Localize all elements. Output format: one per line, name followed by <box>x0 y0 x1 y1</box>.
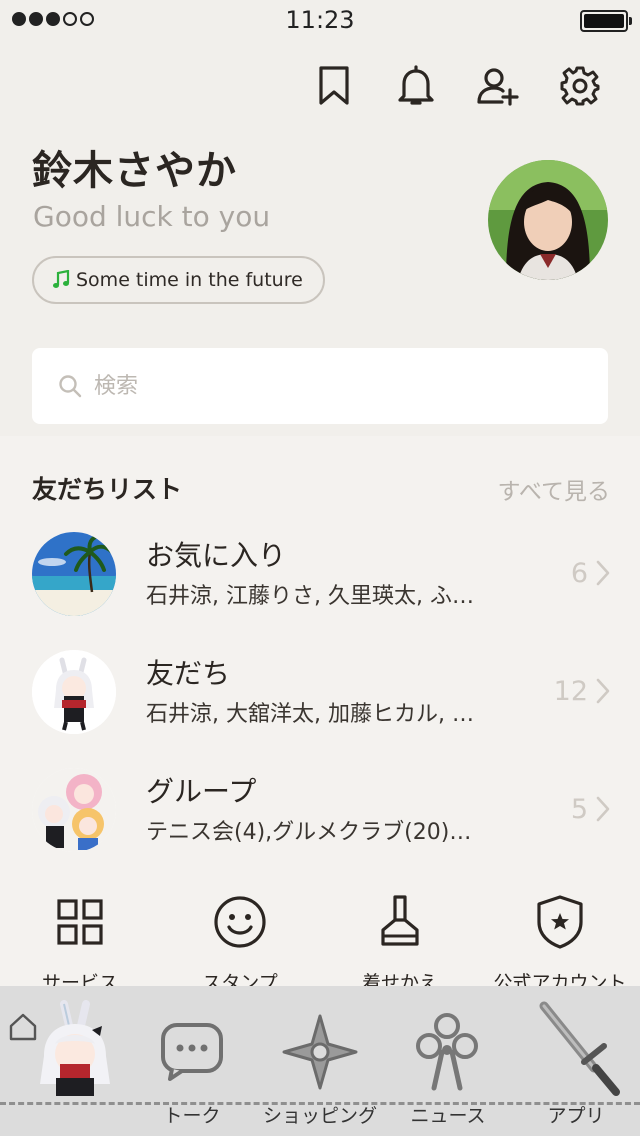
groups-thumbnail <box>32 768 116 852</box>
tab-talk[interactable]: トーク <box>128 986 256 1136</box>
notification-button[interactable] <box>392 62 440 110</box>
header-actions <box>310 62 604 110</box>
tab-label: トーク <box>163 1105 221 1127</box>
gear-icon <box>560 66 600 106</box>
chevron-right-icon <box>596 796 610 822</box>
grid-icon <box>57 899 103 945</box>
shuriken-icon <box>282 1014 358 1090</box>
friend-group-friends[interactable]: 友だち 石井涼, 大舘洋太, 加藤ヒカル, … 12 <box>0 650 640 760</box>
profile-music-label: Some time in the future <box>76 269 303 291</box>
tab-shopping[interactable]: ショッピング <box>256 986 384 1136</box>
bookmark-icon <box>319 66 349 105</box>
friend-group-count: 5 <box>570 794 588 825</box>
settings-button[interactable] <box>556 62 604 110</box>
tab-home[interactable] <box>0 986 128 1136</box>
friend-group-title: 友だち <box>146 657 231 690</box>
add-friend-button[interactable] <box>474 62 522 110</box>
bell-icon <box>398 65 434 105</box>
profile-status-message[interactable]: Good luck to you <box>33 200 270 233</box>
friend-group-title: グループ <box>146 775 257 808</box>
friend-group-groups[interactable]: グループ テニス会(4),グルメクラブ(20)… 5 <box>0 768 640 878</box>
profile-music-button[interactable]: Some time in the future <box>32 256 325 304</box>
service-item-official-accounts[interactable]: 公式アカウント <box>480 890 640 995</box>
friends-thumbnail <box>32 650 116 734</box>
add-friend-icon <box>477 68 519 106</box>
friend-group-count: 12 <box>553 676 588 707</box>
character-avatar-icon <box>40 1000 110 1096</box>
tab-divider <box>0 1102 640 1105</box>
profile-name[interactable]: 鈴木さやか <box>32 138 237 196</box>
search-input[interactable] <box>94 373 574 399</box>
chevron-right-icon <box>596 678 610 704</box>
tab-apps[interactable]: アプリ <box>512 986 640 1136</box>
smiley-icon <box>214 896 266 948</box>
bookmark-button[interactable] <box>310 62 358 110</box>
friend-group-favorites[interactable]: お気に入り 石井涼, 江藤りさ, 久里瑛太, ふ… 6 <box>0 532 640 642</box>
battery-icon <box>580 10 632 32</box>
brush-icon <box>381 895 419 946</box>
tab-label: ニュース <box>410 1105 486 1127</box>
music-note-icon <box>53 270 70 288</box>
shield-star-icon <box>537 895 583 949</box>
favorites-thumbnail <box>32 532 116 616</box>
chat-bubble-icon <box>161 1023 223 1081</box>
service-item-services[interactable]: サービス <box>0 890 160 995</box>
chevron-right-icon <box>596 560 610 586</box>
section-title: 友だちリスト <box>32 475 183 504</box>
search-icon <box>59 375 82 398</box>
tab-news[interactable]: ニュース <box>384 986 512 1136</box>
sword-icon <box>539 1001 620 1096</box>
friend-group-members: 石井涼, 大舘洋太, 加藤ヒカル, … <box>146 702 474 727</box>
tab-label: アプリ <box>547 1105 605 1127</box>
service-item-themes[interactable]: 着せかえ <box>320 890 480 995</box>
status-bar: 11:23 <box>0 0 640 40</box>
services-row: サービス スタンプ 着せかえ 公式アカウント <box>0 890 640 994</box>
friend-group-count: 6 <box>570 558 588 589</box>
friend-group-title: お気に入り <box>146 539 287 572</box>
tab-label: ショッピング <box>262 1105 377 1127</box>
profile-avatar[interactable] <box>488 160 608 280</box>
see-all-link[interactable]: すべて見る <box>498 472 610 506</box>
friend-group-members: 石井涼, 江藤りさ, 久里瑛太, ふ… <box>146 584 474 609</box>
tab-bar: トーク ショッピング ニュース アプリ <box>0 986 640 1136</box>
friend-group-members: テニス会(4),グルメクラブ(20)… <box>146 820 472 845</box>
search-bar[interactable] <box>32 348 608 424</box>
service-item-stickers[interactable]: スタンプ <box>160 890 320 995</box>
ornament-icon <box>416 1013 478 1091</box>
status-time: 11:23 <box>285 6 355 34</box>
